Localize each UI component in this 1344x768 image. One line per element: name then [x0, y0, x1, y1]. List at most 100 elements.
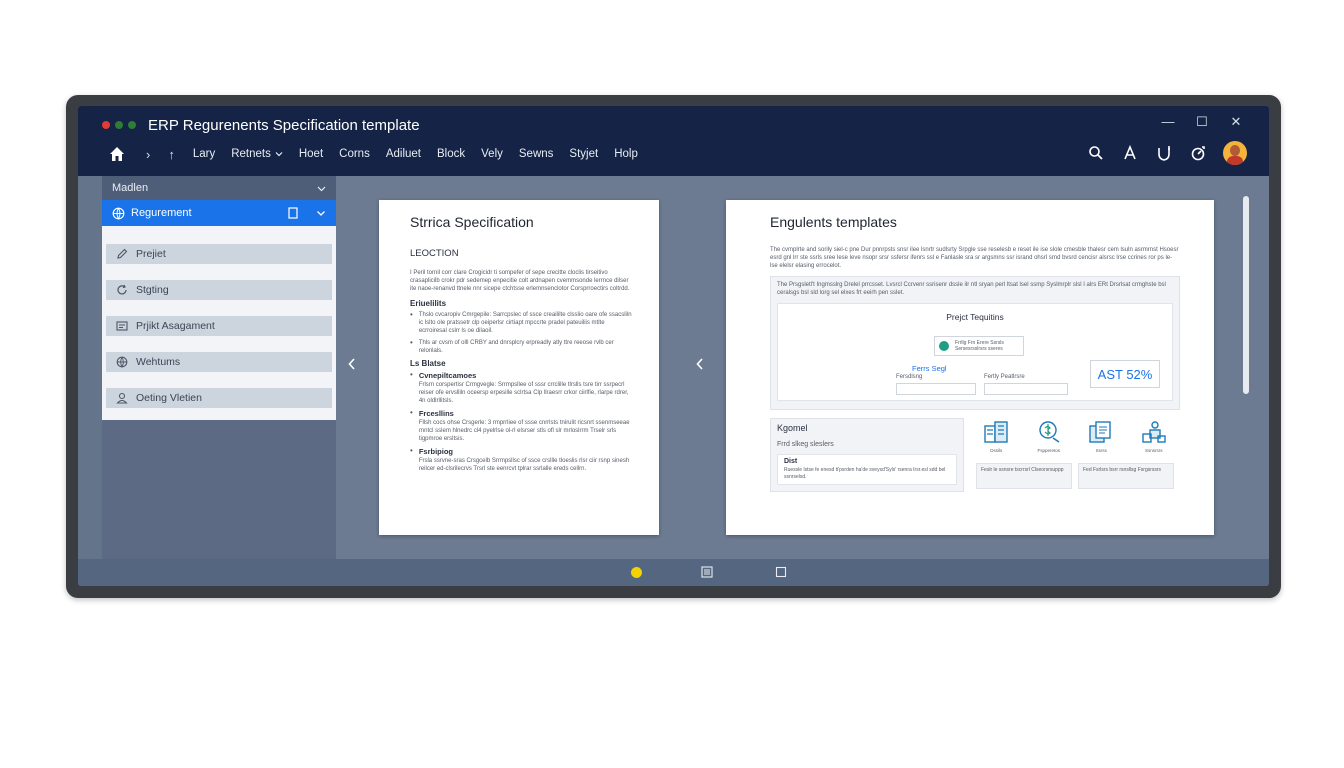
- list-item-title: Frcesllins: [418, 409, 454, 418]
- sidebar-header-label: Madlen: [112, 182, 149, 194]
- avatar[interactable]: [1223, 141, 1247, 165]
- field-2: Fertly Peatlrsre: [984, 374, 1068, 395]
- subsection-heading: Eriuelilits: [410, 299, 447, 308]
- sidebar-item-webtums[interactable]: Wehtums: [106, 352, 332, 372]
- paragraph: The cvmplrte and sorily siel-c pne Dur p…: [770, 247, 1179, 269]
- feature-icons: Dssils Fspperetos Ssrss Ssnsrsrs: [970, 418, 1180, 453]
- avatar-face: [1230, 145, 1240, 156]
- scrollbar[interactable]: [1243, 196, 1249, 394]
- minimize-dot[interactable]: [115, 121, 123, 129]
- list-item-text: Frsla ssrvne-sras Crsgcelb Srrmpsllsc of…: [418, 458, 630, 472]
- toolbar-icons: [1087, 141, 1247, 165]
- menu-item-corns[interactable]: Corns: [339, 148, 370, 160]
- form-fields: Fersdlsng Fertly Peatlrsre: [896, 374, 1068, 395]
- menu-item-label: Retnets: [231, 148, 271, 160]
- document-viewer: Strrica Specification LEOCTION I Peril t…: [336, 176, 1269, 559]
- documents-icon: [1089, 421, 1111, 443]
- layout-icon[interactable]: [701, 566, 713, 578]
- list-item: • Cvnepiltcamoes Frlsrn corspertisr Crmgve…: [410, 371, 633, 405]
- sidebar-item-label: Regurement: [131, 207, 192, 219]
- title-bar: ERP Regurenents Specification template —…: [78, 106, 1269, 176]
- chip-text: Frrllg Frn Erere Ssrsls Sersesrsslrsrs s…: [955, 340, 1004, 352]
- list-item-text: Fllsh cocs ohse Crsgerle: 3 rmprrliee of…: [418, 420, 630, 442]
- project-requirements-card: Prejct Tequitins Frrllg Frn Erere Ssrsls…: [777, 303, 1173, 401]
- bullet-mark: •: [410, 310, 413, 319]
- menu-item-sewns[interactable]: Sewns: [519, 148, 554, 160]
- feature-item[interactable]: Ssnsrsrs: [1134, 420, 1174, 453]
- menu-item-adiluet[interactable]: Adiluet: [386, 148, 421, 160]
- list-item-title: Fsrbipiog: [418, 447, 453, 456]
- forward-icon[interactable]: ›: [146, 147, 150, 162]
- shield-icon[interactable]: [1155, 144, 1173, 162]
- panel-title: Kgomel: [777, 423, 808, 433]
- window-dots: [102, 121, 136, 129]
- lower-section: Kgomel Frrd slkeg sleslers Dist Ruessle …: [770, 418, 1180, 492]
- field-label: Fersdlsng: [896, 374, 923, 380]
- chevron-left-icon[interactable]: [347, 357, 357, 371]
- sidebar-item-label: Wehtums: [136, 356, 181, 368]
- list-item-title: Cvnepiltcamoes: [418, 371, 477, 380]
- status-indicator[interactable]: [631, 567, 642, 578]
- menu-item-holp[interactable]: Holp: [614, 148, 638, 160]
- page-icon[interactable]: [288, 207, 298, 219]
- note-title: Dist: [784, 458, 798, 465]
- maximize-dot[interactable]: [128, 121, 136, 129]
- up-icon[interactable]: ↑: [168, 147, 175, 162]
- money-icon: [1039, 421, 1060, 443]
- feature-item[interactable]: Fspperetos: [1029, 420, 1069, 453]
- text-input[interactable]: [984, 383, 1068, 395]
- requirement-chip[interactable]: Frrllg Frn Erere Ssrsls Sersesrsslrsrs s…: [934, 336, 1024, 356]
- chevron-down-icon: [317, 186, 326, 191]
- text-icon[interactable]: [1121, 144, 1139, 162]
- avatar-shirt: [1227, 156, 1243, 165]
- menu-item-lary[interactable]: Lary: [193, 148, 215, 160]
- menu-item-retnets[interactable]: Retnets: [231, 148, 283, 160]
- page-icon[interactable]: [775, 566, 787, 578]
- close-dot[interactable]: [102, 121, 110, 129]
- sidebar-item-setting[interactable]: Stgting: [106, 280, 332, 300]
- home-icon[interactable]: [108, 145, 126, 163]
- project-requirements-panel: The Prsgsletl't Ingmsslrg Drelel prrcsse…: [770, 276, 1180, 410]
- grid-icon: [116, 321, 128, 331]
- panel-subtitle: Frrd slkeg sleslers: [777, 441, 834, 448]
- maximize-button[interactable]: ☐: [1195, 114, 1209, 130]
- panel-intro: The Prsgsletl't Ingmsslrg Drelel prrcsse…: [777, 282, 1166, 296]
- sidebar-header[interactable]: Madlen: [102, 176, 336, 200]
- mini-card: Feslr le ssnsre tscrrsrl Clseorsrsuppp: [976, 463, 1072, 489]
- close-button[interactable]: ✕: [1229, 114, 1243, 130]
- sidebar-item-oeting-vletien[interactable]: Oeting Vletien: [106, 388, 332, 408]
- chevron-left-icon[interactable]: [695, 357, 705, 371]
- user-icon: [116, 392, 128, 404]
- list-item: • Frcesllins Fllsh cocs ohse Crsgerle: 3 r…: [410, 409, 633, 443]
- history-icon[interactable]: [1189, 144, 1207, 162]
- note-text: Ruessle lstse fe enesd ti'psrden ha'de s…: [784, 467, 946, 480]
- page-title: Strrica Specification: [410, 214, 534, 230]
- menu-item-styjet[interactable]: Styjet: [569, 148, 598, 160]
- sidebar-item-label: Stgting: [136, 284, 169, 296]
- list-item: • Fsrbipiog Frsla ssrvne-sras Crsgcelb Srr…: [410, 447, 633, 473]
- feature-item[interactable]: Dssils: [976, 420, 1016, 453]
- pencil-icon: [117, 248, 128, 259]
- chevron-down-icon[interactable]: [316, 208, 326, 218]
- menu-item-hoet[interactable]: Hoet: [299, 148, 323, 160]
- sidebar-item-label: Prjikt Asagament: [136, 320, 215, 332]
- section-heading: LEOCTION: [410, 248, 459, 259]
- bullet-mark: •: [410, 408, 413, 417]
- list-item: • Thslo cvcaropiv Cmrgepile: Sarrcpslec o…: [410, 311, 633, 335]
- sidebar-item-project-assignment[interactable]: Prjikt Asagament: [106, 316, 332, 336]
- text-input[interactable]: [896, 383, 976, 395]
- status-icon: [939, 341, 949, 351]
- sidebar-item-project[interactable]: Prejiet: [106, 244, 332, 264]
- subsection-heading: Ls Blatse: [410, 359, 446, 368]
- app-window: ERP Regurenents Specification template —…: [78, 106, 1269, 586]
- field-label: Fertly Peatlrsre: [984, 374, 1025, 380]
- minimize-button[interactable]: —: [1161, 114, 1175, 130]
- feature-item[interactable]: Ssrss: [1081, 420, 1121, 453]
- project-requirements-label: Prejct Tequitins: [946, 312, 1004, 322]
- sidebar-list: Prejiet Stgting Prjikt Asagament Wehtums…: [102, 226, 336, 420]
- sidebar-item-requirement[interactable]: Regurement: [102, 200, 336, 226]
- device-frame: ERP Regurenents Specification template —…: [66, 95, 1281, 598]
- search-icon[interactable]: [1087, 144, 1105, 162]
- menu-item-vely[interactable]: Vely: [481, 148, 503, 160]
- menu-item-block[interactable]: Block: [437, 148, 465, 160]
